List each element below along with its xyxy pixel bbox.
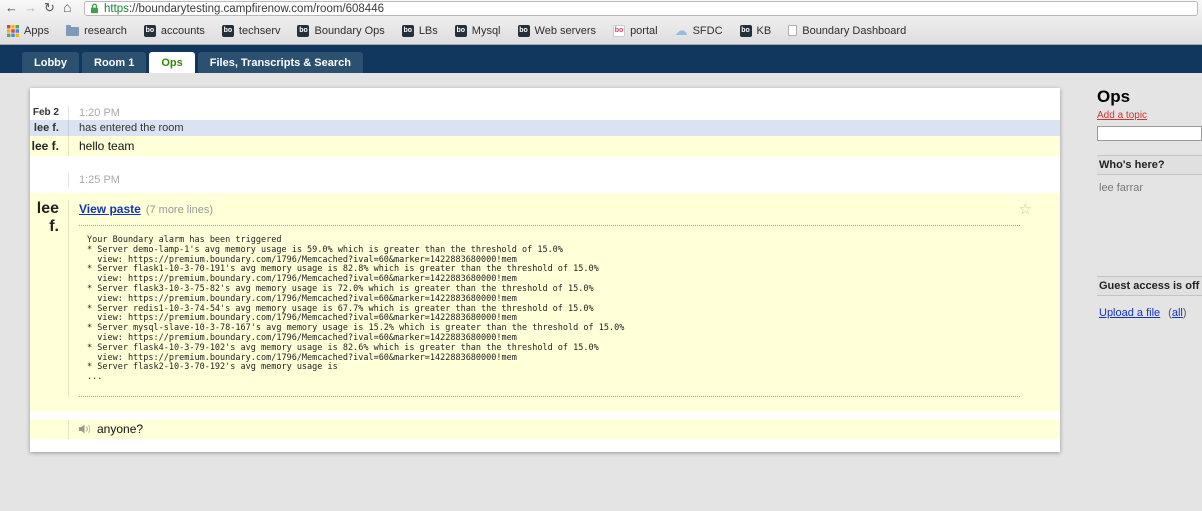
forward-icon[interactable]: →	[24, 0, 37, 16]
bo-icon	[454, 24, 467, 37]
timestamp: 1:25 PM	[68, 173, 1060, 187]
bookmark-label: SFDC	[692, 24, 723, 37]
upload-file-link[interactable]: Upload a file	[1099, 307, 1160, 319]
view-paste-link[interactable]: View paste	[79, 202, 141, 216]
topic-input[interactable]	[1097, 126, 1202, 141]
bookmark-apps[interactable]: Apps	[7, 24, 50, 37]
paste-body: Your Boundary alarm has been triggered *…	[79, 225, 1020, 397]
speaker-name	[30, 420, 68, 439]
bookmark-label: Boundary Dashboard	[802, 24, 907, 37]
back-icon[interactable]: ←	[5, 0, 18, 16]
bookmark-label: portal	[630, 24, 658, 37]
all-files-link[interactable]: all	[1172, 307, 1183, 319]
bookmark-label: Mysql	[471, 24, 501, 37]
message-text: anyone?	[97, 421, 144, 436]
whos-here-header: Who's here?	[1097, 155, 1202, 175]
paste-message-row: lee f. View paste (7 more lines) ☆ Your B…	[30, 193, 1060, 411]
message-content: anyone?	[68, 419, 1060, 439]
address-bar[interactable]: https://boundarytesting.campfirenow.com/…	[84, 1, 1198, 16]
bookmark-kb[interactable]: KB	[739, 24, 772, 37]
https-lock-icon	[91, 3, 98, 14]
bo-icon	[739, 24, 752, 37]
bookmark-label: techserv	[238, 24, 281, 37]
bookmark-boundary-dashboard[interactable]: Boundary Dashboard	[788, 25, 906, 37]
bo-icon	[297, 24, 310, 37]
bookmark-label: Boundary Ops	[314, 24, 385, 37]
bookmark-mysql[interactable]: Mysql	[454, 24, 501, 37]
spacer	[30, 410, 1060, 420]
bo-red-icon	[613, 24, 626, 37]
bookmark-techserv[interactable]: techserv	[221, 24, 281, 37]
tab-files-transcripts-search[interactable]: Files, Transcripts & Search	[197, 52, 363, 73]
tab-room-1[interactable]: Room 1	[82, 52, 147, 73]
bookmark-label: LBs	[418, 24, 438, 37]
star-icon[interactable]: ☆	[1019, 200, 1032, 218]
guest-access-header: Guest access is off	[1097, 276, 1202, 296]
room-tabs: Lobby Room 1 Ops Files, Transcripts & Se…	[22, 52, 366, 73]
spacer	[30, 156, 1060, 173]
folder-icon	[66, 25, 80, 36]
bookmark-accounts[interactable]: accounts	[143, 24, 205, 37]
message-row: anyone?	[30, 419, 1060, 439]
chat-transcript-panel: Feb 2 1:20 PM lee f. has entered the roo…	[30, 88, 1060, 452]
bo-icon	[143, 24, 156, 37]
present-user: lee farrar	[1099, 182, 1144, 194]
timestamp: 1:20 PM	[68, 106, 1060, 120]
bookmark-web-servers[interactable]: Web servers	[517, 24, 597, 37]
bookmark-lbs[interactable]: LBs	[401, 24, 438, 37]
bookmark-boundary-ops[interactable]: Boundary Ops	[297, 24, 385, 37]
speaker-name: lee f.	[33, 122, 59, 134]
page-body: Feb 2 1:20 PM lee f. has entered the roo…	[0, 73, 1202, 511]
room-sidebar: Ops Add a topic Who's here? lee farrar G…	[1097, 88, 1202, 319]
paste-more-lines: (7 more lines)	[145, 204, 214, 216]
speaker-name: lee f.	[31, 139, 59, 153]
reload-icon[interactable]: ↻	[44, 0, 55, 16]
page-icon	[788, 25, 798, 36]
bookmark-label: research	[84, 24, 127, 37]
timestamp-row: Feb 2 1:20 PM	[30, 106, 1060, 120]
date-label: Feb 2	[32, 107, 59, 118]
bo-icon	[517, 24, 530, 37]
bookmarks-bar: Apps research accounts techserv Boundary…	[0, 17, 1202, 44]
paren: )	[1182, 307, 1187, 319]
bo-icon	[401, 24, 414, 37]
url-text: ://boundarytesting.campfirenow.com/room/…	[128, 2, 384, 15]
date-label	[30, 173, 68, 187]
home-icon[interactable]: ⌂	[63, 0, 71, 16]
apps-grid-icon	[7, 24, 19, 37]
bookmark-label: Web servers	[534, 24, 597, 37]
bookmark-label: accounts	[160, 24, 205, 37]
spacer	[30, 88, 1060, 106]
message-text: hello team	[68, 136, 1060, 156]
url-scheme: https	[104, 2, 129, 15]
message-row: lee f. hello team	[30, 136, 1060, 156]
timestamp-row: 1:25 PM	[30, 173, 1060, 187]
bookmark-research[interactable]: research	[66, 25, 127, 37]
paste-content: View paste (7 more lines) ☆ Your Boundary…	[68, 200, 1060, 397]
enter-room-text: has entered the room	[68, 120, 1060, 136]
bookmark-portal[interactable]: portal	[613, 24, 658, 37]
campfire-header: Lobby Room 1 Ops Files, Transcripts & Se…	[0, 45, 1202, 73]
bookmark-sfdc[interactable]: ☁ SFDC	[674, 22, 723, 38]
room-title: Ops	[1097, 87, 1131, 106]
add-topic-link[interactable]: Add a topic	[1097, 110, 1147, 121]
speaker-sound-icon[interactable]	[79, 424, 91, 434]
enter-room-row: lee f. has entered the room	[30, 120, 1060, 136]
paste-text: Your Boundary alarm has been triggered *…	[87, 235, 625, 383]
cloud-icon: ☁	[674, 22, 688, 38]
browser-chrome: ← → ↻ ⌂ https://boundarytesting.campfire…	[0, 0, 1202, 45]
speaker-name: lee f.	[36, 200, 59, 235]
bookmark-label: Apps	[24, 24, 50, 37]
bo-icon	[221, 24, 234, 37]
upload-row: Upload a file (all)	[1097, 307, 1202, 319]
bookmark-label: KB	[756, 24, 772, 37]
tab-ops[interactable]: Ops	[149, 52, 195, 73]
tab-lobby[interactable]: Lobby	[22, 52, 79, 73]
browser-toolbar: ← → ↻ ⌂ https://boundarytesting.campfire…	[0, 0, 1202, 17]
